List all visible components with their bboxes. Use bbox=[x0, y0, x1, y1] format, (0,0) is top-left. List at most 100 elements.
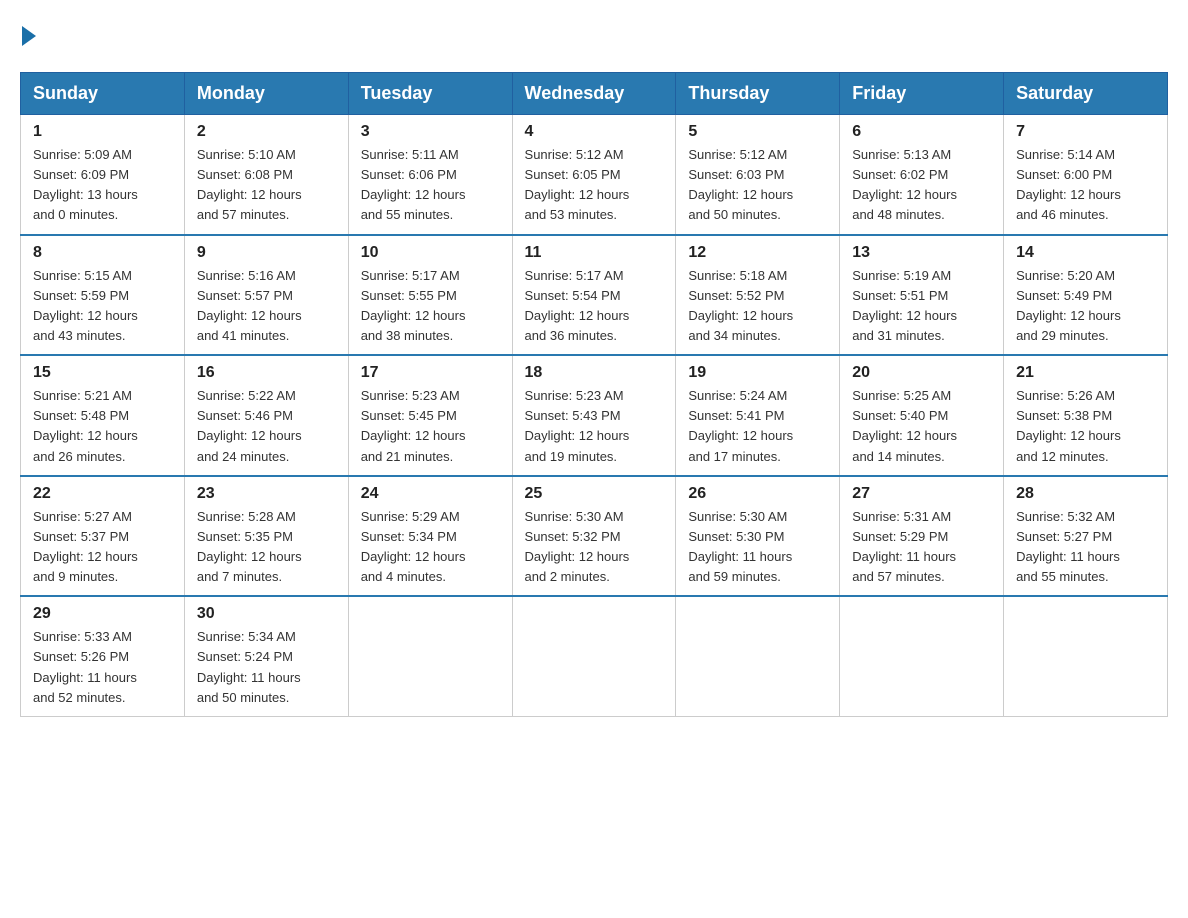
calendar-cell: 10Sunrise: 5:17 AMSunset: 5:55 PMDayligh… bbox=[348, 235, 512, 356]
day-number: 1 bbox=[33, 123, 172, 141]
calendar-cell: 21Sunrise: 5:26 AMSunset: 5:38 PMDayligh… bbox=[1004, 355, 1168, 476]
day-number: 26 bbox=[688, 485, 827, 503]
day-info: Sunrise: 5:12 AMSunset: 6:05 PMDaylight:… bbox=[525, 145, 664, 226]
day-info: Sunrise: 5:19 AMSunset: 5:51 PMDaylight:… bbox=[852, 266, 991, 347]
calendar-cell bbox=[676, 596, 840, 716]
day-info: Sunrise: 5:30 AMSunset: 5:30 PMDaylight:… bbox=[688, 507, 827, 588]
calendar-week-row: 22Sunrise: 5:27 AMSunset: 5:37 PMDayligh… bbox=[21, 476, 1168, 597]
calendar-cell: 3 Sunrise: 5:11 AMSunset: 6:06 PMDaylight… bbox=[348, 115, 512, 235]
calendar-cell: 4 Sunrise: 5:12 AMSunset: 6:05 PMDaylight… bbox=[512, 115, 676, 235]
day-info: Sunrise: 5:23 AMSunset: 5:45 PMDaylight:… bbox=[361, 386, 500, 467]
calendar-cell: 11 Sunrise: 5:17 AMSunset: 5:54 PMDayligh… bbox=[512, 235, 676, 356]
calendar-cell: 25 Sunrise: 5:30 AMSunset: 5:32 PMDayligh… bbox=[512, 476, 676, 597]
header bbox=[20, 20, 1168, 52]
calendar-cell: 27 Sunrise: 5:31 AMSunset: 5:29 PMDayligh… bbox=[840, 476, 1004, 597]
calendar-cell: 15 Sunrise: 5:21 AMSunset: 5:48 PMDayligh… bbox=[21, 355, 185, 476]
day-number: 28 bbox=[1016, 485, 1155, 503]
calendar-cell: 12 Sunrise: 5:18 AMSunset: 5:52 PMDayligh… bbox=[676, 235, 840, 356]
day-info: Sunrise: 5:31 AMSunset: 5:29 PMDaylight:… bbox=[852, 507, 991, 588]
day-number: 29 bbox=[33, 605, 172, 623]
day-info: Sunrise: 5:18 AMSunset: 5:52 PMDaylight:… bbox=[688, 266, 827, 347]
calendar-cell: 14 Sunrise: 5:20 AMSunset: 5:49 PMDayligh… bbox=[1004, 235, 1168, 356]
weekday-header-thursday: Thursday bbox=[676, 73, 840, 115]
day-info: Sunrise: 5:10 AMSunset: 6:08 PMDaylight:… bbox=[197, 145, 336, 226]
calendar-cell: 26 Sunrise: 5:30 AMSunset: 5:30 PMDayligh… bbox=[676, 476, 840, 597]
calendar-cell: 30 Sunrise: 5:34 AMSunset: 5:24 PMDayligh… bbox=[184, 596, 348, 716]
calendar-cell bbox=[348, 596, 512, 716]
weekday-header-row: SundayMondayTuesdayWednesdayThursdayFrid… bbox=[21, 73, 1168, 115]
day-number: 27 bbox=[852, 485, 991, 503]
day-info: Sunrise: 5:30 AMSunset: 5:32 PMDaylight:… bbox=[525, 507, 664, 588]
calendar-cell: 17 Sunrise: 5:23 AMSunset: 5:45 PMDayligh… bbox=[348, 355, 512, 476]
day-number: 4 bbox=[525, 123, 664, 141]
weekday-header-monday: Monday bbox=[184, 73, 348, 115]
calendar-cell: 2Sunrise: 5:10 AMSunset: 6:08 PMDaylight… bbox=[184, 115, 348, 235]
calendar-cell: 22Sunrise: 5:27 AMSunset: 5:37 PMDayligh… bbox=[21, 476, 185, 597]
calendar-cell: 18 Sunrise: 5:23 AMSunset: 5:43 PMDayligh… bbox=[512, 355, 676, 476]
day-info: Sunrise: 5:32 AMSunset: 5:27 PMDaylight:… bbox=[1016, 507, 1155, 588]
day-number: 13 bbox=[852, 244, 991, 262]
calendar-cell: 6 Sunrise: 5:13 AMSunset: 6:02 PMDaylight… bbox=[840, 115, 1004, 235]
day-number: 5 bbox=[688, 123, 827, 141]
calendar-cell bbox=[1004, 596, 1168, 716]
day-number: 23 bbox=[197, 485, 336, 503]
day-info: Sunrise: 5:28 AMSunset: 5:35 PMDaylight:… bbox=[197, 507, 336, 588]
day-info: Sunrise: 5:22 AMSunset: 5:46 PMDaylight:… bbox=[197, 386, 336, 467]
day-info: Sunrise: 5:33 AMSunset: 5:26 PMDaylight:… bbox=[33, 627, 172, 708]
weekday-header-saturday: Saturday bbox=[1004, 73, 1168, 115]
day-info: Sunrise: 5:17 AMSunset: 5:55 PMDaylight:… bbox=[361, 266, 500, 347]
logo-arrow-icon bbox=[22, 26, 36, 46]
day-info: Sunrise: 5:25 AMSunset: 5:40 PMDaylight:… bbox=[852, 386, 991, 467]
day-info: Sunrise: 5:12 AMSunset: 6:03 PMDaylight:… bbox=[688, 145, 827, 226]
calendar-cell: 20 Sunrise: 5:25 AMSunset: 5:40 PMDayligh… bbox=[840, 355, 1004, 476]
weekday-header-tuesday: Tuesday bbox=[348, 73, 512, 115]
day-number: 12 bbox=[688, 244, 827, 262]
day-info: Sunrise: 5:34 AMSunset: 5:24 PMDaylight:… bbox=[197, 627, 336, 708]
calendar-cell: 5 Sunrise: 5:12 AMSunset: 6:03 PMDaylight… bbox=[676, 115, 840, 235]
day-number: 16 bbox=[197, 364, 336, 382]
calendar-cell: 24 Sunrise: 5:29 AMSunset: 5:34 PMDayligh… bbox=[348, 476, 512, 597]
calendar-cell bbox=[512, 596, 676, 716]
calendar-week-row: 1Sunrise: 5:09 AMSunset: 6:09 PMDaylight… bbox=[21, 115, 1168, 235]
calendar-table: SundayMondayTuesdayWednesdayThursdayFrid… bbox=[20, 72, 1168, 717]
day-info: Sunrise: 5:20 AMSunset: 5:49 PMDaylight:… bbox=[1016, 266, 1155, 347]
calendar-cell: 16 Sunrise: 5:22 AMSunset: 5:46 PMDayligh… bbox=[184, 355, 348, 476]
day-info: Sunrise: 5:13 AMSunset: 6:02 PMDaylight:… bbox=[852, 145, 991, 226]
weekday-header-wednesday: Wednesday bbox=[512, 73, 676, 115]
day-number: 19 bbox=[688, 364, 827, 382]
calendar-cell: 8 Sunrise: 5:15 AMSunset: 5:59 PMDaylight… bbox=[21, 235, 185, 356]
day-info: Sunrise: 5:21 AMSunset: 5:48 PMDaylight:… bbox=[33, 386, 172, 467]
day-number: 18 bbox=[525, 364, 664, 382]
calendar-week-row: 29 Sunrise: 5:33 AMSunset: 5:26 PMDayligh… bbox=[21, 596, 1168, 716]
day-number: 30 bbox=[197, 605, 336, 623]
day-info: Sunrise: 5:29 AMSunset: 5:34 PMDaylight:… bbox=[361, 507, 500, 588]
day-number: 24 bbox=[361, 485, 500, 503]
calendar-cell: 1Sunrise: 5:09 AMSunset: 6:09 PMDaylight… bbox=[21, 115, 185, 235]
day-number: 21 bbox=[1016, 364, 1155, 382]
day-info: Sunrise: 5:14 AMSunset: 6:00 PMDaylight:… bbox=[1016, 145, 1155, 226]
day-info: Sunrise: 5:17 AMSunset: 5:54 PMDaylight:… bbox=[525, 266, 664, 347]
day-info: Sunrise: 5:23 AMSunset: 5:43 PMDaylight:… bbox=[525, 386, 664, 467]
day-number: 7 bbox=[1016, 123, 1155, 141]
calendar-cell: 19 Sunrise: 5:24 AMSunset: 5:41 PMDayligh… bbox=[676, 355, 840, 476]
day-info: Sunrise: 5:11 AMSunset: 6:06 PMDaylight:… bbox=[361, 145, 500, 226]
calendar-cell: 13 Sunrise: 5:19 AMSunset: 5:51 PMDayligh… bbox=[840, 235, 1004, 356]
day-number: 17 bbox=[361, 364, 500, 382]
day-number: 11 bbox=[525, 244, 664, 262]
day-number: 6 bbox=[852, 123, 991, 141]
day-info: Sunrise: 5:15 AMSunset: 5:59 PMDaylight:… bbox=[33, 266, 172, 347]
day-number: 14 bbox=[1016, 244, 1155, 262]
calendar-week-row: 8 Sunrise: 5:15 AMSunset: 5:59 PMDaylight… bbox=[21, 235, 1168, 356]
day-number: 15 bbox=[33, 364, 172, 382]
calendar-cell bbox=[840, 596, 1004, 716]
day-number: 20 bbox=[852, 364, 991, 382]
day-number: 22 bbox=[33, 485, 172, 503]
calendar-cell: 28 Sunrise: 5:32 AMSunset: 5:27 PMDayligh… bbox=[1004, 476, 1168, 597]
day-number: 8 bbox=[33, 244, 172, 262]
day-info: Sunrise: 5:24 AMSunset: 5:41 PMDaylight:… bbox=[688, 386, 827, 467]
calendar-cell: 9Sunrise: 5:16 AMSunset: 5:57 PMDaylight… bbox=[184, 235, 348, 356]
day-info: Sunrise: 5:16 AMSunset: 5:57 PMDaylight:… bbox=[197, 266, 336, 347]
calendar-cell: 7 Sunrise: 5:14 AMSunset: 6:00 PMDaylight… bbox=[1004, 115, 1168, 235]
day-number: 3 bbox=[361, 123, 500, 141]
day-number: 25 bbox=[525, 485, 664, 503]
